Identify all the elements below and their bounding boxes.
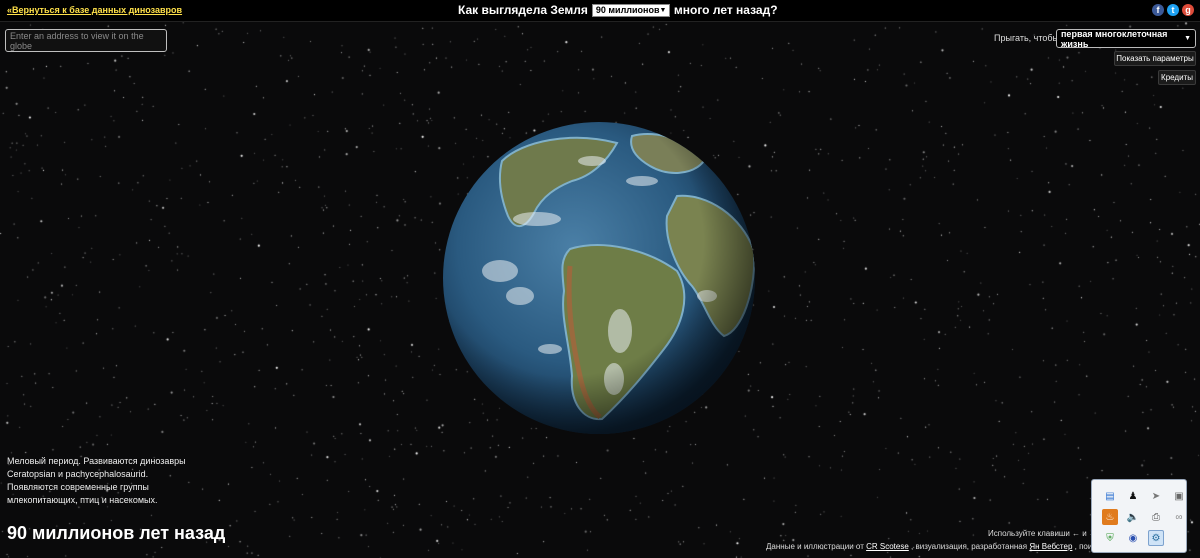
back-to-database-link[interactable]: «Вернуться к базе данных динозавров [7,5,182,15]
globe-shading [443,122,755,434]
credit-mid: , визуализация, разработанная [911,542,1028,551]
twitter-icon[interactable]: t [1167,4,1179,16]
era-heading: 90 миллионов лет назад [7,523,226,543]
developer-link[interactable]: Ян Вебстер [1029,542,1072,551]
globe-icon[interactable]: ◉ [1125,530,1141,546]
scotese-link[interactable]: CR Scotese [866,542,909,551]
printer-icon[interactable]: ⎙ [1148,509,1164,525]
speaker-icon[interactable]: 🔈 [1125,509,1141,525]
flame-icon[interactable]: ♨ [1102,509,1118,525]
facebook-icon[interactable]: f [1152,4,1164,16]
screen-icon[interactable]: ▣ [1171,488,1187,504]
credits-button[interactable]: Кредиты [1158,70,1196,85]
address-search-input[interactable]: Enter an address to view it on the globe [5,29,167,52]
arrow-icon[interactable]: ➤ [1148,488,1164,504]
penguin-icon[interactable]: ♟ [1125,488,1141,504]
shield-icon[interactable]: ⛨ [1102,530,1118,546]
description-line: Появляются современные группы [7,482,149,492]
jump-select-value: первая многоклеточная жизнь [1061,28,1168,49]
jump-to-select[interactable]: первая многоклеточная жизнь ▼ [1056,28,1196,49]
description-line: млекопитающих, птиц и насекомых. [7,495,158,505]
show-params-button[interactable]: Показать параметры [1114,51,1196,66]
era-select[interactable]: 90 миллионов ▼ [591,3,670,17]
page-title: Как выглядела Земля 90 миллионов ▼ много… [458,3,778,17]
earth-globe[interactable] [442,121,756,435]
chevron-down-icon: ▼ [1184,35,1191,42]
title-prefix: Как выглядела Земля [458,3,588,17]
document-icon[interactable]: ▤ [1102,488,1118,504]
description-line: Меловый период. Развиваются динозавры [7,456,186,466]
google-plus-icon[interactable]: g [1182,4,1194,16]
system-tray-popup: ▤ ♟ ➤ ▣ ♨ 🔈 ⎙ ∞ ⛨ ◉ ⚙ [1091,479,1187,553]
title-suffix: много лет назад? [673,3,778,17]
tool-icon[interactable]: ⚙ [1148,530,1164,546]
link-icon[interactable]: ∞ [1171,509,1187,525]
credit-prefix: Данные и иллюстрации от [766,542,864,551]
period-description: Меловый период. Развиваются динозавры Ce… [7,455,207,507]
top-bar: «Вернуться к базе данных динозавров Как … [0,0,1200,22]
chevron-down-icon: ▼ [659,6,667,14]
keyboard-hint: Используйте клавиши ← и → [988,529,1097,538]
era-select-value: 90 миллионов [595,5,660,15]
credits-line: Данные и иллюстрации от CR Scotese , виз… [766,542,1106,551]
description-line: Ceratopsian и pachycephalosaurid. [7,469,149,479]
